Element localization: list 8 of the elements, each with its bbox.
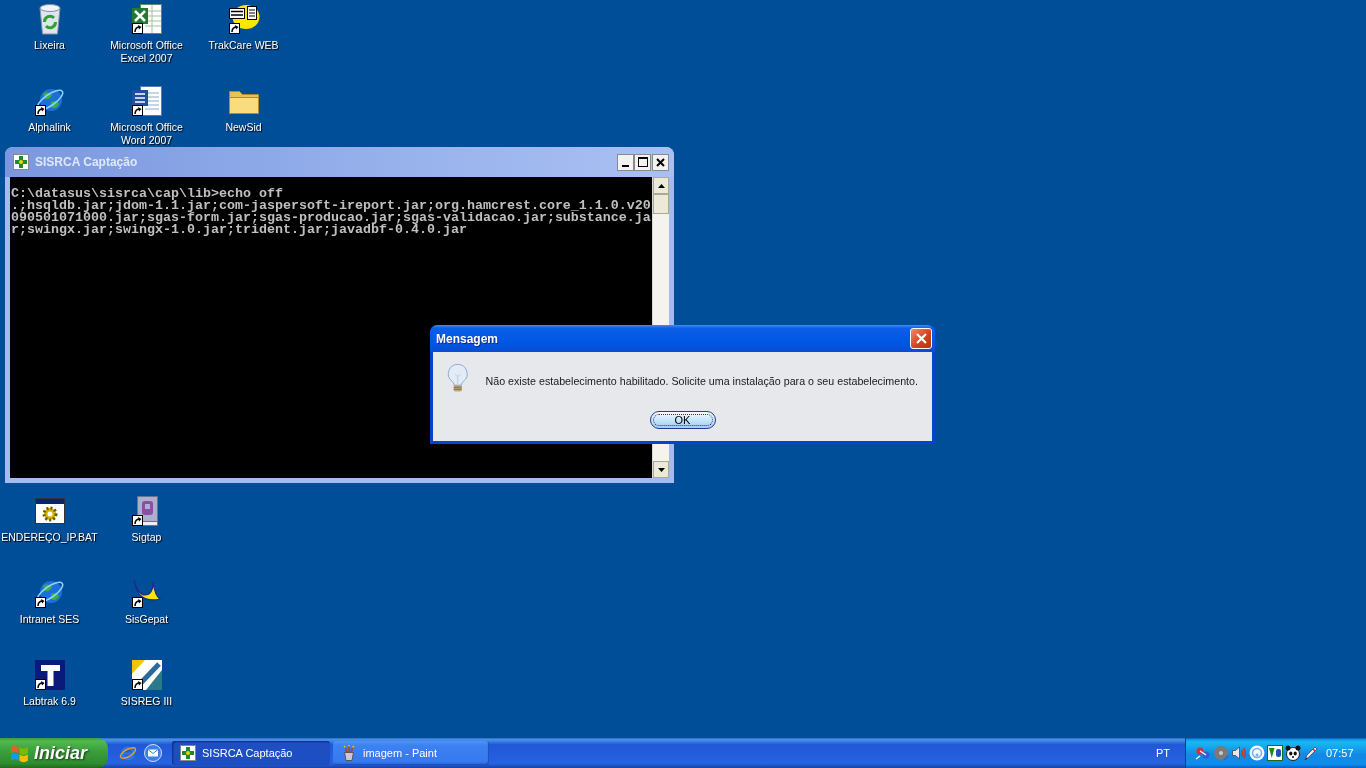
console-line: 090501071000.jar;sgas-form.jar;sgas-producao.jar;sgas-validacao.jar;substance.ja <box>11 212 652 224</box>
console-line: .;hsqldb.jar;jdom-1.1.jar;com-jaspersoft-ireport.jar;org.hamcrest.core_1.1.0.v20 <box>11 200 652 212</box>
clock: 07:57 <box>1326 745 1354 761</box>
window-title: SISRCA Captação <box>35 154 138 171</box>
dialog-title: Mensagem <box>436 330 499 348</box>
console-line: r;swingx.jar;swingx-1.0.jar;trident.jar;javadbf-0.4.0.jar <box>11 224 467 236</box>
console-line: C:\datasus\sisrca\cap\lib>echo off <box>11 188 283 200</box>
message-text: Não existe estabelecimento habilitado. Solicite uma instalação para o seu estabelecimento. <box>485 374 918 389</box>
